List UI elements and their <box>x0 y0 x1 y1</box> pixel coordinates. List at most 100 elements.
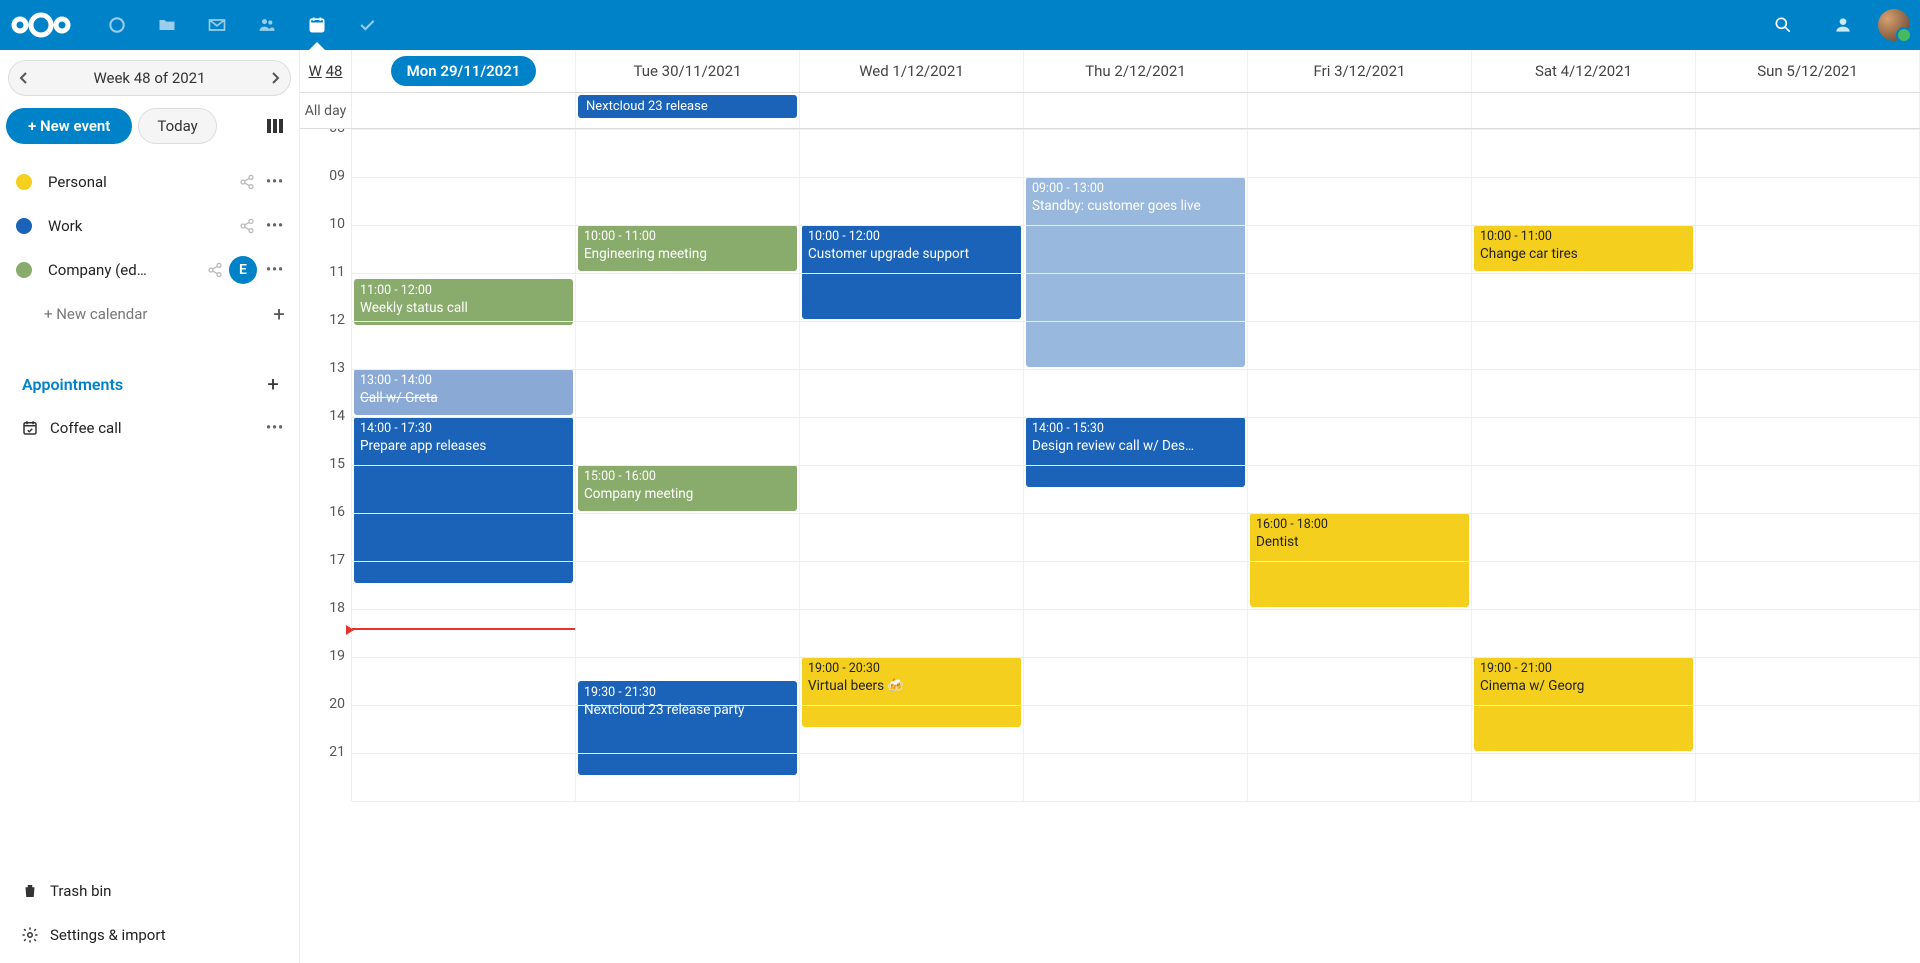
sidebar: Week 48 of 2021 + New event Today Person… <box>0 50 300 963</box>
calendar-event[interactable]: 19:00 - 21:00Cinema w/ Georg <box>1474 657 1693 751</box>
hour-label: 20 <box>300 696 351 744</box>
prev-week-button[interactable] <box>9 72 39 84</box>
hour-label: 16 <box>300 504 351 552</box>
week-selector: Week 48 of 2021 <box>8 60 291 96</box>
hour-label: 21 <box>300 744 351 792</box>
calendar-event[interactable]: 19:00 - 20:30Virtual beers 🍻 <box>802 657 1021 727</box>
shared-badge: E <box>229 256 257 284</box>
day-header[interactable]: Fri 3/12/2021 <box>1248 50 1472 92</box>
all-day-cell[interactable] <box>1024 93 1248 128</box>
hour-label: 17 <box>300 552 351 600</box>
search-icon[interactable] <box>1758 0 1808 50</box>
now-indicator <box>352 628 575 630</box>
calendar-event[interactable]: 14:00 - 17:30Prepare app releases <box>354 417 573 583</box>
share-icon[interactable] <box>233 174 261 190</box>
new-calendar-label: + New calendar <box>44 305 147 323</box>
settings-label: Settings & import <box>50 926 166 944</box>
trash-icon <box>10 882 50 900</box>
calendar-grid: W 48 Mon 29/11/2021Tue 30/11/2021Wed 1/1… <box>300 50 1920 963</box>
calendar-event[interactable]: 10:00 - 11:00Change car tires <box>1474 225 1693 271</box>
calendar-label: Company (ed… <box>48 261 201 279</box>
add-appointment-icon[interactable]: + <box>259 372 287 396</box>
all-day-cell[interactable] <box>800 93 1024 128</box>
contacts-icon[interactable] <box>242 0 292 50</box>
new-event-button[interactable]: + New event <box>6 108 132 144</box>
day-header[interactable]: Sat 4/12/2021 <box>1472 50 1696 92</box>
hour-label: 15 <box>300 456 351 504</box>
gear-icon <box>10 926 50 944</box>
calendar-event[interactable]: 11:00 - 12:00Weekly status call <box>354 279 573 325</box>
new-calendar-row[interactable]: + New calendar + <box>6 292 293 336</box>
plus-icon[interactable]: + <box>265 302 293 326</box>
calendar-icon[interactable] <box>292 0 342 50</box>
hour-label: 11 <box>300 264 351 312</box>
calendar-company[interactable]: Company (ed… E ••• <box>6 248 293 292</box>
hour-label: 10 <box>300 216 351 264</box>
hour-label: 09 <box>300 168 351 216</box>
calendar-event[interactable]: 19:30 - 21:30Nextcloud 23 release party <box>578 681 797 775</box>
today-button[interactable]: Today <box>138 108 216 144</box>
trash-bin-button[interactable]: Trash bin <box>6 869 293 913</box>
app-nav <box>92 0 392 50</box>
grid-body[interactable]: 0809101112131415161718192021 11:00 - 12:… <box>300 129 1920 963</box>
calendar-event[interactable]: 10:00 - 11:00Engineering meeting <box>578 225 797 271</box>
dashboard-icon[interactable] <box>92 0 142 50</box>
hour-label: 08 <box>300 129 351 168</box>
calendar-event[interactable]: 14:00 - 15:30Design review call w/ Des… <box>1026 417 1245 487</box>
share-icon[interactable] <box>233 218 261 234</box>
calendar-event[interactable]: 13:00 - 14:00Call w/ Greta <box>354 369 573 415</box>
appointment-icon <box>10 419 50 437</box>
day-header[interactable]: Mon 29/11/2021 <box>352 50 576 92</box>
all-day-cell[interactable] <box>352 93 576 128</box>
tasks-icon[interactable] <box>342 0 392 50</box>
all-day-cell[interactable] <box>1472 93 1696 128</box>
day-header[interactable]: Thu 2/12/2021 <box>1024 50 1248 92</box>
week-label[interactable]: Week 48 of 2021 <box>39 69 260 87</box>
view-mode-button[interactable] <box>257 108 293 144</box>
calendar-menu-icon[interactable]: ••• <box>261 262 289 278</box>
files-icon[interactable] <box>142 0 192 50</box>
day-header[interactable]: Tue 30/11/2021 <box>576 50 800 92</box>
all-day-cell[interactable] <box>1248 93 1472 128</box>
calendar-event[interactable]: 15:00 - 16:00Company meeting <box>578 465 797 511</box>
hour-label: 12 <box>300 312 351 360</box>
day-header[interactable]: Wed 1/12/2021 <box>800 50 1024 92</box>
trash-label: Trash bin <box>50 882 111 900</box>
calendar-color-dot <box>16 174 32 190</box>
all-day-cell[interactable]: Nextcloud 23 release <box>576 93 800 128</box>
calendar-work[interactable]: Work ••• <box>6 204 293 248</box>
all-day-event[interactable]: Nextcloud 23 release <box>578 95 797 118</box>
header-right <box>1758 0 1910 50</box>
appointments-label[interactable]: Appointments <box>12 375 259 394</box>
calendar-event[interactable]: 10:00 - 12:00Customer upgrade support <box>802 225 1021 319</box>
appointments-header: Appointments + <box>6 362 293 406</box>
calendar-label: Personal <box>48 173 233 191</box>
avatar[interactable] <box>1878 9 1910 41</box>
all-day-cell[interactable] <box>1696 93 1920 128</box>
hour-label: 19 <box>300 648 351 696</box>
nextcloud-logo[interactable] <box>10 8 72 42</box>
calendar-menu-icon[interactable]: ••• <box>261 174 289 190</box>
mail-icon[interactable] <box>192 0 242 50</box>
calendar-personal[interactable]: Personal ••• <box>6 160 293 204</box>
calendar-color-dot <box>16 218 32 234</box>
calendar-color-dot <box>16 262 32 278</box>
hour-label: 14 <box>300 408 351 456</box>
appointment-menu-icon[interactable]: ••• <box>261 420 289 436</box>
all-day-row: All day Nextcloud 23 release <box>300 93 1920 129</box>
share-icon[interactable] <box>201 262 229 278</box>
day-header[interactable]: Sun 5/12/2021 <box>1696 50 1920 92</box>
appointment-coffee-call[interactable]: Coffee call ••• <box>6 406 293 450</box>
settings-button[interactable]: Settings & import <box>6 913 293 957</box>
hour-label: 18 <box>300 600 351 648</box>
time-gutter: 0809101112131415161718192021 <box>300 129 352 801</box>
user-contacts-icon[interactable] <box>1818 0 1868 50</box>
calendar-list: Personal ••• Work ••• Company (ed… E •••… <box>6 160 293 336</box>
appointment-label: Coffee call <box>50 419 261 437</box>
day-header-row: W 48 Mon 29/11/2021Tue 30/11/2021Wed 1/1… <box>300 50 1920 93</box>
calendar-event[interactable]: 16:00 - 18:00Dentist <box>1250 513 1469 607</box>
next-week-button[interactable] <box>260 72 290 84</box>
calendar-label: Work <box>48 217 233 235</box>
calendar-event[interactable]: 09:00 - 13:00Standby: customer goes live <box>1026 177 1245 367</box>
calendar-menu-icon[interactable]: ••• <box>261 218 289 234</box>
